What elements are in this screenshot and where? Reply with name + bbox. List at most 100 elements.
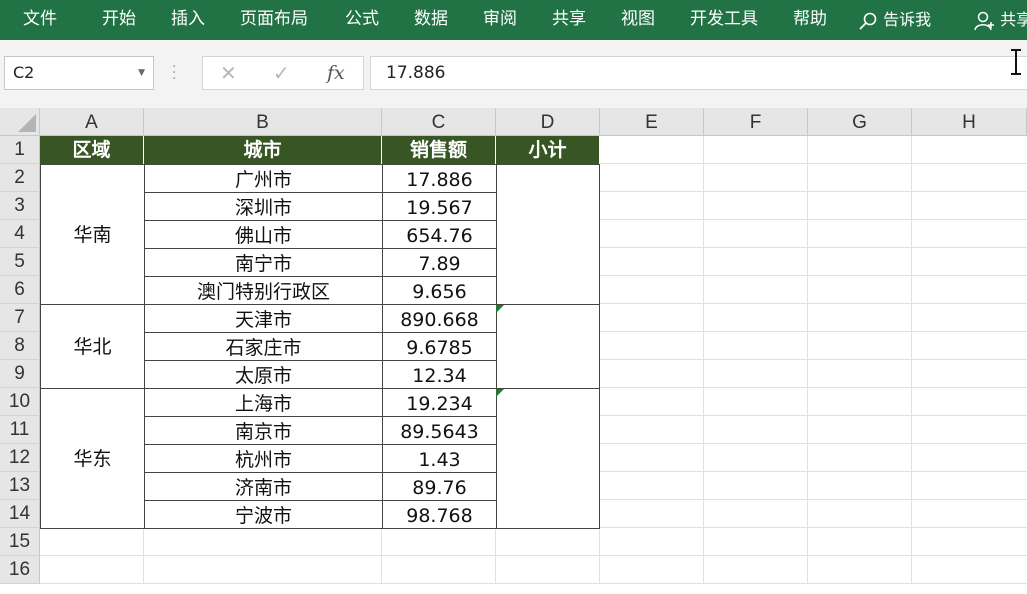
drag-handle-icon[interactable]: · · · <box>172 60 176 86</box>
sales-cell[interactable]: 12.34 <box>382 360 497 389</box>
tab-share[interactable]: 共享 <box>552 0 586 40</box>
row-header-6[interactable]: 6 <box>0 276 40 304</box>
column-header-g[interactable]: G <box>808 108 912 136</box>
city-cell[interactable]: 澳门特别行政区 <box>144 276 383 305</box>
region-cell[interactable]: 华东 <box>40 388 145 529</box>
row-header-16[interactable]: 16 <box>0 556 40 584</box>
gridline-v <box>911 136 912 584</box>
person-icon <box>974 11 994 30</box>
sales-cell[interactable]: 17.886 <box>382 164 497 193</box>
city-cell[interactable]: 南京市 <box>144 416 383 445</box>
row-header-2[interactable]: 2 <box>0 164 40 192</box>
tab-file[interactable]: 文件 <box>23 0 57 40</box>
select-all-corner[interactable] <box>0 108 40 136</box>
subtotal-cell[interactable] <box>495 388 600 529</box>
chevron-down-icon[interactable]: ▼ <box>138 57 145 89</box>
subtotal-cell[interactable] <box>495 164 600 305</box>
column-header-f[interactable]: F <box>704 108 808 136</box>
sales-cell[interactable]: 19.234 <box>382 388 497 417</box>
row-header-5[interactable]: 5 <box>0 248 40 276</box>
row-header-3[interactable]: 3 <box>0 192 40 220</box>
formula-input[interactable]: 17.886 <box>370 56 1027 90</box>
formula-buttons: ✕ ✓ fx <box>202 56 364 90</box>
name-box[interactable]: C2 ▼ <box>4 56 154 90</box>
tab-insert[interactable]: 插入 <box>171 0 205 40</box>
gridline-v <box>703 136 704 584</box>
ribbon: 文件 开始 插入 页面布局 公式 数据 审阅 共享 视图 开发工具 帮助 告诉我… <box>0 0 1027 40</box>
subtotal-cell[interactable] <box>495 304 600 389</box>
city-cell[interactable]: 石家庄市 <box>144 332 383 361</box>
sales-cell[interactable]: 654.76 <box>382 220 497 249</box>
tab-view[interactable]: 视图 <box>621 0 655 40</box>
sales-cell[interactable]: 9.6785 <box>382 332 497 361</box>
tab-formulas[interactable]: 公式 <box>345 0 379 40</box>
tab-home[interactable]: 开始 <box>102 0 136 40</box>
cancel-icon[interactable]: ✕ <box>220 57 237 89</box>
error-indicator-icon[interactable] <box>496 305 504 313</box>
tab-review[interactable]: 审阅 <box>483 0 517 40</box>
city-cell[interactable]: 济南市 <box>144 472 383 501</box>
tab-help[interactable]: 帮助 <box>793 0 827 40</box>
region-cell[interactable]: 华北 <box>40 304 145 389</box>
tab-page-layout[interactable]: 页面布局 <box>240 0 308 40</box>
column-header-d[interactable]: D <box>496 108 600 136</box>
city-cell[interactable]: 天津市 <box>144 304 383 333</box>
column-header-b[interactable]: B <box>144 108 382 136</box>
search-icon <box>859 12 877 30</box>
region-cell[interactable]: 华南 <box>40 164 145 305</box>
tell-me-box[interactable]: 告诉我 <box>858 0 931 40</box>
tab-developer[interactable]: 开发工具 <box>690 0 758 40</box>
city-cell[interactable]: 广州市 <box>144 164 383 193</box>
city-cell[interactable]: 佛山市 <box>144 220 383 249</box>
tell-me-label: 告诉我 <box>883 10 932 29</box>
table-header-cell[interactable]: 城市 <box>144 136 382 164</box>
row-header-1[interactable]: 1 <box>0 136 40 164</box>
row-header-12[interactable]: 12 <box>0 444 40 472</box>
city-cell[interactable]: 上海市 <box>144 388 383 417</box>
city-cell[interactable]: 深圳市 <box>144 192 383 221</box>
row-header-7[interactable]: 7 <box>0 304 40 332</box>
table-header-cell[interactable]: 小计 <box>496 136 600 164</box>
sales-cell[interactable]: 9.656 <box>382 276 497 305</box>
sales-cell[interactable]: 890.668 <box>382 304 497 333</box>
row-header-4[interactable]: 4 <box>0 220 40 248</box>
enter-icon[interactable]: ✓ <box>273 57 290 89</box>
row-header-10[interactable]: 10 <box>0 388 40 416</box>
column-header-c[interactable]: C <box>382 108 496 136</box>
sales-cell[interactable]: 19.567 <box>382 192 497 221</box>
row-header-11[interactable]: 11 <box>0 416 40 444</box>
sales-cell[interactable]: 98.768 <box>382 500 497 529</box>
select-all-icon <box>18 114 36 132</box>
gridline-h <box>40 555 1027 556</box>
sales-cell[interactable]: 89.76 <box>382 472 497 501</box>
gridline-v <box>807 136 808 584</box>
text-cursor-icon <box>1011 49 1021 75</box>
gridline-h <box>40 583 1027 584</box>
sales-cell[interactable]: 89.5643 <box>382 416 497 445</box>
table-header-cell[interactable]: 区域 <box>40 136 144 164</box>
row-header-15[interactable]: 15 <box>0 528 40 556</box>
share-button[interactable]: 共享 <box>973 0 1027 40</box>
formula-value: 17.886 <box>386 63 446 83</box>
error-indicator-icon[interactable] <box>496 389 504 397</box>
row-header-8[interactable]: 8 <box>0 332 40 360</box>
city-cell[interactable]: 太原市 <box>144 360 383 389</box>
worksheet-grid[interactable]: ABCDEFGH 1 2 3 4 5 6 7 8 9 10 11 12 13 14 15 16 区域 城市 销售额… <box>0 108 1027 594</box>
row-header-13[interactable]: 13 <box>0 472 40 500</box>
column-header-e[interactable]: E <box>600 108 704 136</box>
sales-cell[interactable]: 7.89 <box>382 248 497 277</box>
row-header-9[interactable]: 9 <box>0 360 40 388</box>
column-header-a[interactable]: A <box>40 108 144 136</box>
tab-data[interactable]: 数据 <box>414 0 448 40</box>
city-cell[interactable]: 杭州市 <box>144 444 383 473</box>
share-label: 共享 <box>1000 10 1027 29</box>
city-cell[interactable]: 南宁市 <box>144 248 383 277</box>
name-box-value: C2 <box>13 63 35 82</box>
insert-function-button[interactable]: fx <box>327 57 345 89</box>
city-cell[interactable]: 宁波市 <box>144 500 383 529</box>
row-header-14[interactable]: 14 <box>0 500 40 528</box>
column-header-h[interactable]: H <box>912 108 1027 136</box>
sales-cell[interactable]: 1.43 <box>382 444 497 473</box>
table-header-cell[interactable]: 销售额 <box>382 136 496 164</box>
formula-bar: C2 ▼ · · · ✕ ✓ fx 17.886 <box>0 40 1027 108</box>
